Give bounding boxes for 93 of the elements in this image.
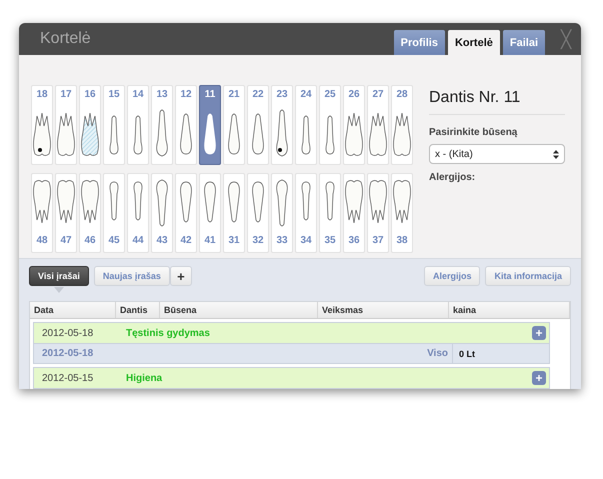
tooth-number: 43 <box>156 234 168 248</box>
tooth-cell[interactable]: 45 <box>103 172 125 252</box>
expand-button[interactable]: + <box>532 371 546 385</box>
tooth-cell[interactable]: 31 <box>223 172 245 252</box>
tooth-number: 33 <box>276 234 288 248</box>
tooth-number: 46 <box>84 234 96 248</box>
record-status: Tęstinis gydymas <box>126 328 211 338</box>
tooth-number: 15 <box>108 88 120 102</box>
tooth-number: 28 <box>396 88 408 102</box>
tooth-number: 12 <box>180 88 192 102</box>
updown-icon <box>553 150 559 158</box>
tooth-cell[interactable]: 48 <box>31 172 53 252</box>
tooth-cell[interactable]: 15 <box>103 85 125 165</box>
tooth-number: 18 <box>36 88 48 102</box>
tab[interactable]: Kortelė <box>448 30 500 55</box>
tooth-number: 32 <box>252 234 264 248</box>
tooth-number: 38 <box>396 234 408 248</box>
close-button[interactable]: ╳ <box>551 23 581 55</box>
record-date: 2012-05-15 <box>42 372 94 384</box>
tooth-number: 23 <box>276 88 288 102</box>
add-button[interactable]: + <box>170 266 192 286</box>
tooth-cell[interactable]: 26 <box>343 85 365 165</box>
tooth-cell[interactable]: 13 <box>151 85 173 165</box>
summary-label: Viso <box>427 344 453 363</box>
status-label: Pasirinkite būseną <box>429 127 518 138</box>
tooth-cell[interactable]: 42 <box>175 172 197 252</box>
tooth-cell[interactable]: 34 <box>295 172 317 252</box>
tooth-cell[interactable]: 17 <box>55 85 77 165</box>
allergies-label: Alergijos: <box>429 172 476 183</box>
tooth-number: 47 <box>60 234 72 248</box>
summary-total: 0 Lt <box>458 348 476 358</box>
tooth-number: 26 <box>348 88 360 102</box>
tooth-number: 31 <box>228 234 240 248</box>
tooth-cell[interactable]: 46 <box>79 172 101 252</box>
tooth-number: 13 <box>156 88 168 102</box>
tooth-cell[interactable]: 16 <box>79 85 101 165</box>
tooth-number: 24 <box>300 88 312 102</box>
window-title: Kortelė <box>40 30 92 48</box>
tooth-number: 22 <box>252 88 264 102</box>
tooth-number: 27 <box>372 88 384 102</box>
tooth-number: 11 <box>204 88 216 102</box>
tooth-cell[interactable]: 36 <box>343 172 365 252</box>
column-header: Dantis <box>116 302 160 318</box>
tooth-number: 36 <box>348 234 360 248</box>
tooth-cell[interactable]: 21 <box>223 85 245 165</box>
tooth-cell[interactable]: 32 <box>247 172 269 252</box>
info-button[interactable]: Kita informacija <box>485 266 571 286</box>
tooth-number: 37 <box>372 234 384 248</box>
tooth-cell[interactable]: 33 <box>271 172 293 252</box>
tooth-number: 48 <box>36 234 48 248</box>
tooth-cell[interactable]: 22 <box>247 85 269 165</box>
tooth-number: 44 <box>132 234 144 248</box>
tooth-cell[interactable]: 43 <box>151 172 173 252</box>
status-select[interactable]: x - (Kita) <box>429 144 565 164</box>
column-header: kaina <box>449 302 570 318</box>
pointer-icon <box>54 287 64 293</box>
tooth-cell[interactable]: 28 <box>391 85 413 165</box>
tooth-number: 16 <box>84 88 96 102</box>
column-header: Data <box>30 302 116 318</box>
info-button[interactable]: Alergijos <box>424 266 480 286</box>
tooth-number: 42 <box>180 234 192 248</box>
tooth-cell[interactable]: 38 <box>391 172 413 252</box>
tab[interactable]: Profilis <box>394 30 445 55</box>
tooth-cell[interactable]: 27 <box>367 85 389 165</box>
tooth-cell[interactable]: 25 <box>319 85 341 165</box>
column-header: Būsena <box>160 302 318 318</box>
tooth-number: 17 <box>60 88 72 102</box>
tooth-cell[interactable]: 41 <box>199 172 221 252</box>
tooth-cell[interactable]: 11 <box>199 85 221 165</box>
tooth-cell[interactable]: 35 <box>319 172 341 252</box>
tab[interactable]: Failai <box>502 30 545 55</box>
tooth-cell[interactable]: 37 <box>367 172 389 252</box>
record-status: Higiena <box>126 372 164 384</box>
tooth-number: 21 <box>228 88 240 102</box>
tooth-cell[interactable]: 12 <box>175 85 197 165</box>
tooth-cell[interactable]: 44 <box>127 172 149 252</box>
tooth-cell[interactable]: 47 <box>55 172 77 252</box>
tooth-number: 34 <box>300 234 312 248</box>
tooth-number: 45 <box>108 234 120 248</box>
tooth-cell[interactable]: 18 <box>31 85 53 165</box>
column-header: Veiksmas <box>318 302 449 318</box>
expand-button[interactable]: + <box>532 326 546 340</box>
records-tab[interactable]: Naujas įrašas <box>94 266 170 286</box>
tooth-cell[interactable]: 24 <box>295 85 317 165</box>
tooth-title: Dantis Nr. 11 <box>429 89 565 115</box>
tooth-cell[interactable]: 23 <box>271 85 293 165</box>
record-date: 2012-05-18 <box>42 328 94 338</box>
tooth-number: 41 <box>204 234 216 248</box>
summary-date: 2012-05-18 <box>42 348 94 359</box>
tooth-number: 14 <box>132 88 144 102</box>
tooth-number: 25 <box>324 88 336 102</box>
tooth-number: 35 <box>324 234 336 248</box>
tooth-cell[interactable]: 14 <box>127 85 149 165</box>
